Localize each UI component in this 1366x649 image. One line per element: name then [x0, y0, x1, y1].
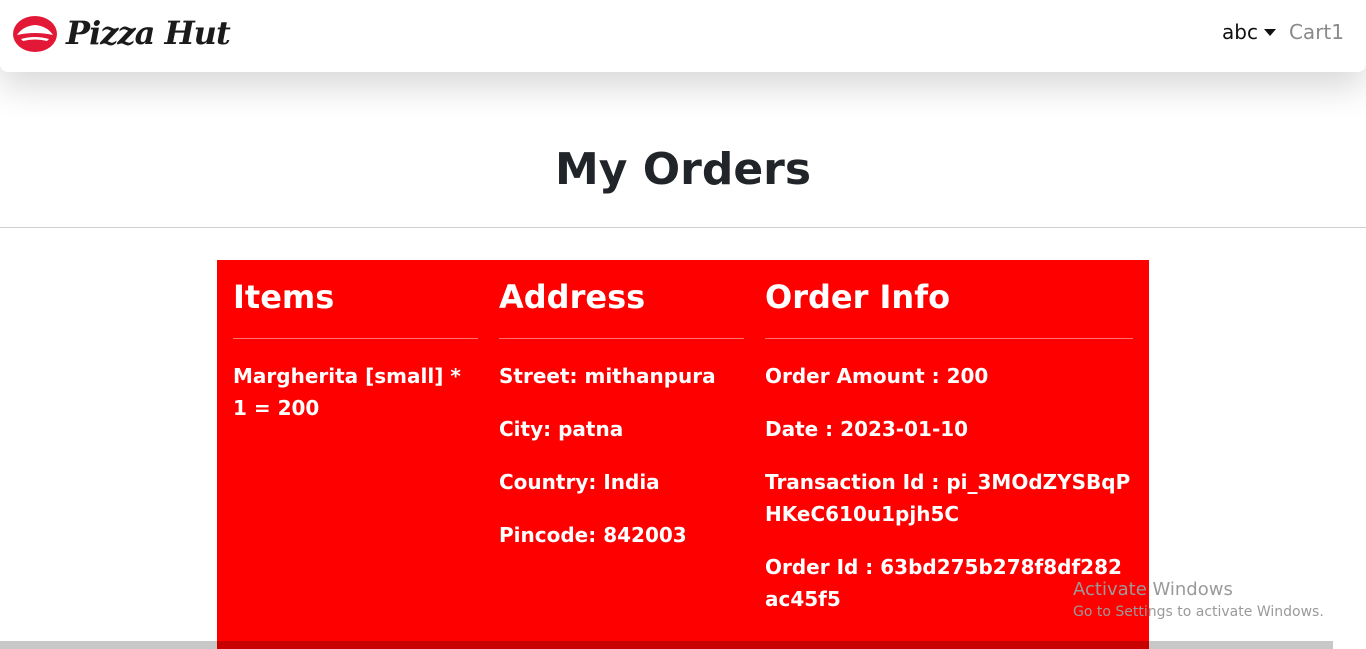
address-divider — [499, 338, 744, 339]
list-item: Margherita [small] * 1 = 200 — [233, 364, 461, 420]
order-date: Date : 2023-01-10 — [765, 417, 969, 441]
address-heading: Address — [499, 278, 646, 316]
nav-right: abc Cart1 — [1222, 18, 1344, 46]
cart-label: Cart — [1288, 20, 1332, 44]
user-name: abc — [1222, 20, 1258, 44]
items-divider — [233, 338, 478, 339]
navbar: Pizza Hut abc Cart1 — [0, 0, 1366, 72]
transaction-id: Transaction Id : pi_3MOdZYSBqPHKeC610u1p… — [765, 470, 1131, 526]
watermark-subtitle: Go to Settings to activate Windows. — [1073, 604, 1324, 620]
address-country: Country: India — [499, 470, 660, 494]
order-card: Items Margherita [small] * 1 = 200 Addre… — [217, 260, 1149, 649]
order-info-divider — [765, 338, 1133, 339]
items-heading: Items — [233, 278, 335, 316]
brand-logo[interactable]: Pizza Hut — [11, 13, 231, 53]
title-divider — [0, 227, 1366, 228]
activate-windows-watermark: Activate Windows Go to Settings to activ… — [1073, 579, 1324, 623]
address-column: Address Street: mithanpura City: patna C… — [499, 260, 744, 572]
items-list: Margherita [small] * 1 = 200 — [233, 360, 478, 424]
brand-name: Pizza Hut — [66, 14, 231, 52]
user-dropdown[interactable]: abc — [1222, 18, 1276, 46]
order-card-edge — [217, 641, 1149, 649]
cart-count: 1 — [1331, 20, 1344, 44]
cart-link[interactable]: Cart1 — [1289, 18, 1344, 46]
address-street: Street: mithanpura — [499, 364, 716, 388]
order-info-heading: Order Info — [765, 278, 951, 316]
caret-down-icon — [1263, 28, 1276, 36]
page-title: My Orders — [554, 144, 812, 195]
address-pincode: Pincode: 842003 — [499, 523, 687, 547]
items-column: Items Margherita [small] * 1 = 200 — [233, 260, 478, 445]
address-details: Street: mithanpura City: patna Country: … — [499, 360, 744, 551]
address-city: City: patna — [499, 417, 624, 441]
order-info-details: Order Amount : 200 Date : 2023-01-10 Tra… — [765, 360, 1133, 615]
order-amount: Order Amount : 200 — [765, 364, 989, 388]
watermark-title: Activate Windows — [1073, 579, 1233, 600]
pizza-hut-logo-icon — [13, 16, 57, 52]
